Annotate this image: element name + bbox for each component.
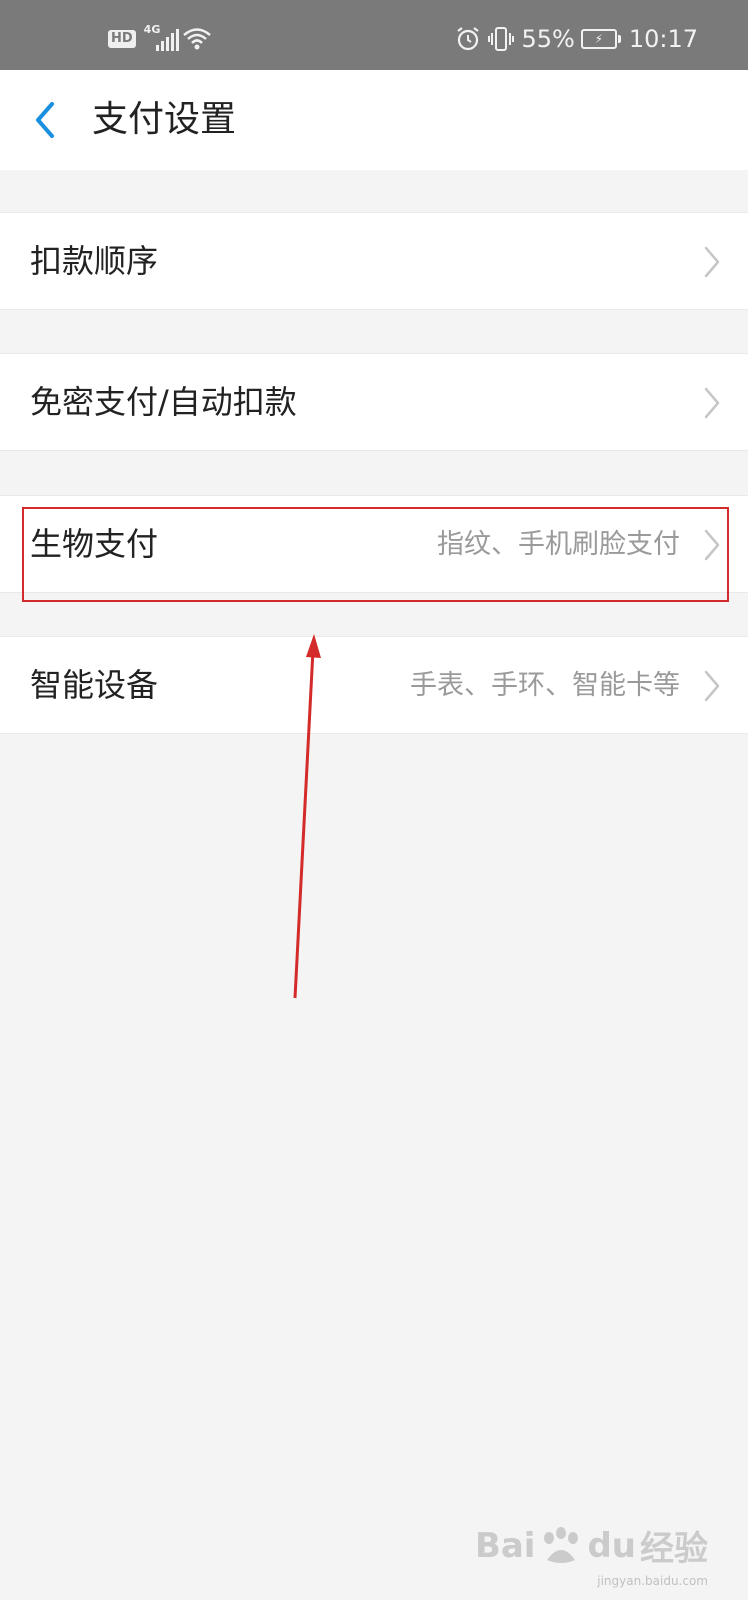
watermark-brand-mid: du <box>587 1525 636 1566</box>
baidu-paw-icon <box>544 1526 579 1563</box>
chevron-left-icon[interactable] <box>30 100 60 140</box>
vibrate-icon <box>488 27 515 51</box>
settings-item-password-free-payment[interactable]: 免密支付/自动扣款 <box>0 353 748 451</box>
chevron-right-icon <box>704 246 720 278</box>
battery-charging-icon: ⚡ <box>580 29 621 49</box>
status-right: 55% ⚡ 10:17 <box>455 22 698 56</box>
chevron-right-icon <box>704 529 720 561</box>
status-bar: HD 4G 55% ⚡ 10:17 <box>0 0 748 70</box>
settings-item-label: 扣款顺序 <box>30 242 159 280</box>
app-header: 支付设置 <box>0 70 748 170</box>
watermark-brand-right: 经验 <box>640 1529 708 1569</box>
settings-item-label: 智能设备 <box>30 666 159 704</box>
alarm-icon <box>457 27 480 51</box>
settings-item-value: 手表、手环、智能卡等 <box>410 670 680 701</box>
hd-icon: HD <box>108 30 136 48</box>
signal-icon: 4G <box>144 23 179 51</box>
wifi-icon <box>182 28 211 50</box>
settings-item-label: 生物支付 <box>30 525 159 563</box>
watermark-url: jingyan.baidu.com <box>597 1574 708 1588</box>
watermark-brand-left: Bai <box>474 1525 536 1566</box>
status-left: HD 4G <box>108 23 212 54</box>
baidu-jingyan-watermark: Bai du 经验 <box>475 1521 708 1570</box>
settings-item-biometric-payment[interactable]: 生物支付 指纹、手机刷脸支付 <box>0 495 748 593</box>
settings-item-smart-devices[interactable]: 智能设备 手表、手环、智能卡等 <box>0 636 748 734</box>
settings-item-deduction-order[interactable]: 扣款顺序 <box>0 212 748 310</box>
status-time: 10:17 <box>628 25 698 53</box>
settings-item-value: 指纹、手机刷脸支付 <box>437 529 680 560</box>
chevron-right-icon <box>704 387 720 419</box>
chevron-right-icon <box>704 670 720 702</box>
battery-percent: 55% <box>521 25 575 53</box>
settings-item-label: 免密支付/自动扣款 <box>30 383 297 421</box>
page-title: 支付设置 <box>92 99 237 140</box>
